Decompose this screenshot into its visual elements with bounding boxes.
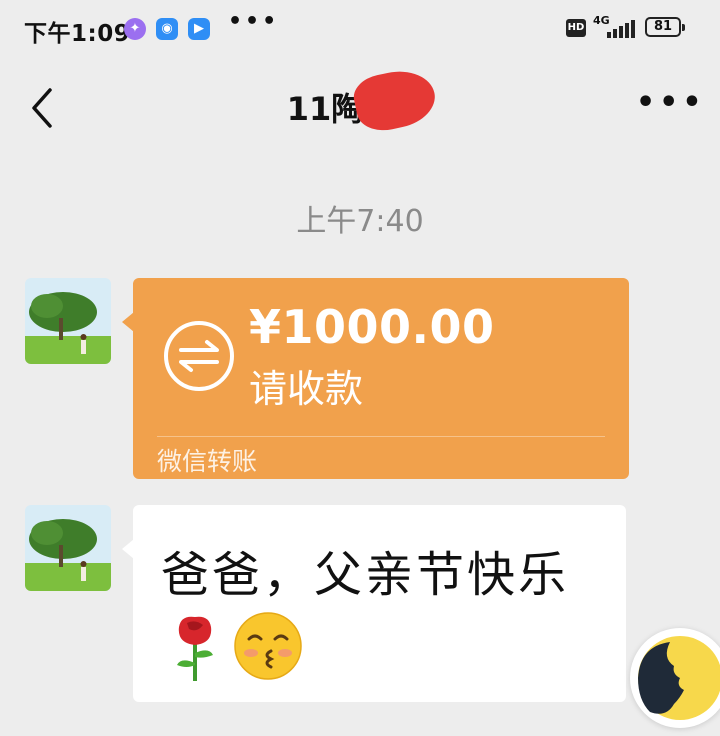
chat-header: 11陶 ••• <box>0 58 720 158</box>
avatar[interactable] <box>25 278 111 364</box>
transfer-label: 微信转账 <box>157 447 258 476</box>
video-notification-icon: ▶ <box>188 18 210 40</box>
chat-title-text: 11陶 <box>286 90 364 128</box>
message-text: 爸爸，父亲节快乐 <box>161 547 570 603</box>
rose-icon <box>177 616 213 681</box>
battery-icon: 81 <box>645 17 685 37</box>
transfer-amount: ¥1000.00 <box>249 300 495 354</box>
more-menu-icon[interactable]: ••• <box>636 88 706 118</box>
kissing-face-icon <box>234 612 302 680</box>
hd-badge: HD <box>566 19 586 37</box>
message-bubble[interactable]: 爸爸，父亲节快乐 <box>122 505 626 702</box>
app-notification-icon: ✦ <box>124 18 146 40</box>
avatar[interactable] <box>25 505 111 591</box>
floating-assistant-button[interactable] <box>630 628 720 728</box>
more-notifications-icon: ••• <box>228 9 280 34</box>
transfer-status: 请收款 <box>249 367 364 411</box>
message-timestamp: 上午7:40 <box>296 204 424 239</box>
app-notification-icon: ◉ <box>156 18 178 40</box>
transfer-arrows-icon <box>164 321 234 391</box>
transfer-card[interactable]: ¥1000.00 请收款 微信转账 <box>122 278 629 479</box>
divider <box>157 436 605 437</box>
status-time: 下午1:09 <box>24 21 131 47</box>
status-bar: 下午1:09 ✦ ◉ ▶ ••• HD 4G 81 <box>0 0 720 58</box>
signal-icon <box>607 20 635 38</box>
assistant-icon <box>638 636 720 720</box>
